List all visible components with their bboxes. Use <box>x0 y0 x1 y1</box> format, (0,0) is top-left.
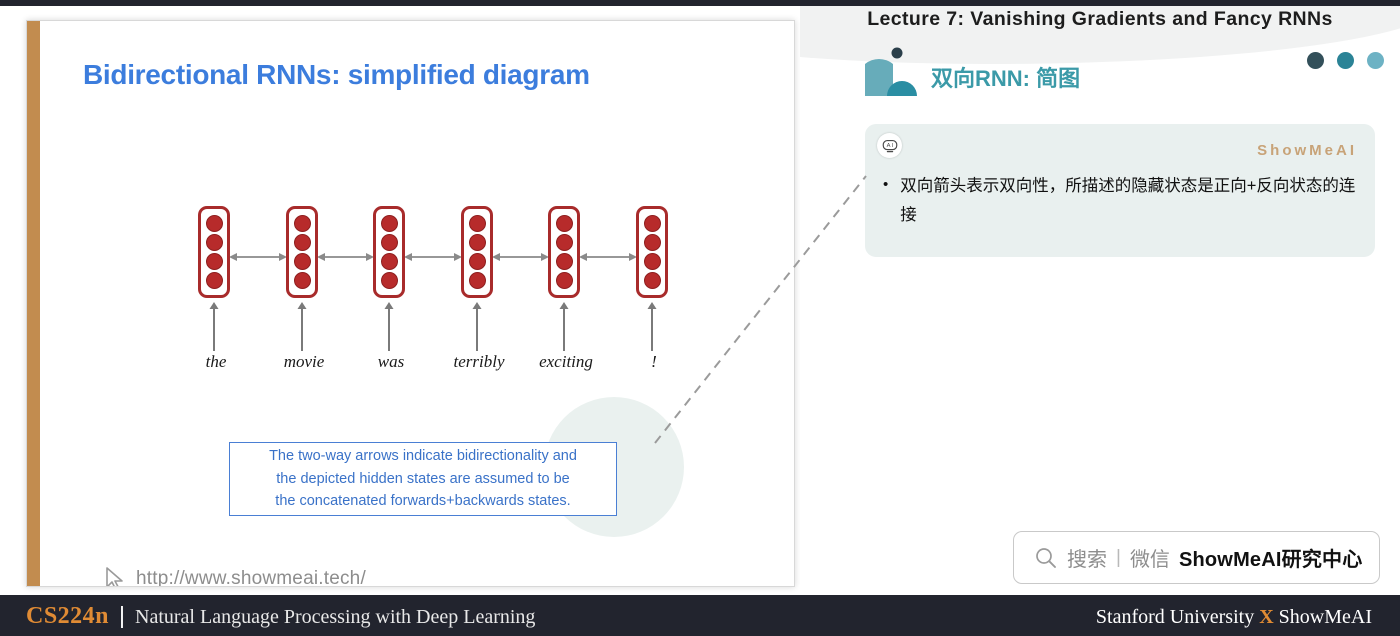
rnn-cell-group: ! <box>636 206 672 371</box>
hidden-unit-dot <box>555 272 573 289</box>
input-arrow-icon <box>559 302 569 351</box>
callout-line-1: The two-way arrows indicate bidirectiona… <box>269 448 577 465</box>
footer-bar: CS224n | Natural Language Processing wit… <box>0 595 1400 636</box>
footer-x: X <box>1259 606 1274 628</box>
rnn-cell <box>461 206 493 298</box>
hidden-unit-dot <box>205 234 223 251</box>
hidden-unit-dot <box>205 253 223 270</box>
hidden-unit-dot <box>293 215 311 232</box>
bidirectional-arrow-icon <box>579 253 637 261</box>
search-placeholder: 搜索 <box>1067 549 1107 571</box>
hidden-unit-dot <box>205 215 223 232</box>
rnn-cell <box>636 206 668 298</box>
cursor-icon <box>106 567 123 586</box>
hidden-unit-dot <box>468 215 486 232</box>
header-dot-2 <box>1337 52 1354 69</box>
header-dot-1 <box>1307 52 1324 69</box>
search-icon <box>1036 547 1056 568</box>
bidirectional-arrow-icon <box>229 253 287 261</box>
input-arrow-icon <box>297 302 307 351</box>
right-panel: Lecture 7: Vanishing Gradients and Fancy… <box>800 6 1400 595</box>
bidirectional-arrow-icon <box>492 253 549 261</box>
rnn-cell-group: the <box>198 206 234 371</box>
hidden-unit-dot <box>293 272 311 289</box>
slide-title: Bidirectional RNNs: simplified diagram <box>83 59 590 90</box>
card-brand-label: ShowMeAI <box>1257 142 1357 159</box>
watermark-url: http://www.showmeai.tech/ <box>136 568 366 587</box>
input-arrow-icon <box>472 302 482 351</box>
hidden-unit-dot <box>643 234 661 251</box>
slide-accent-bar <box>27 21 40 586</box>
rnn-cell-group: was <box>373 206 409 371</box>
input-arrow-icon <box>209 302 219 351</box>
hidden-unit-dot <box>380 215 398 232</box>
course-code: CS224n <box>26 603 110 629</box>
footer-org-prefix: Stanford University <box>1095 606 1260 628</box>
token-label: ! <box>651 352 657 371</box>
hidden-unit-dot <box>293 234 311 251</box>
watermark-url-row: http://www.showmeai.tech/ <box>103 566 366 587</box>
hidden-unit-dot <box>468 234 486 251</box>
ai-robot-icon: A I <box>877 133 902 158</box>
search-brand-label: ShowMeAI研究中心 <box>1178 549 1363 571</box>
search-separator: | <box>1116 546 1121 568</box>
hidden-unit-dot <box>643 253 661 270</box>
footer-org-suffix: ShowMeAI <box>1273 606 1372 628</box>
rnn-cell-group: movie <box>284 206 324 371</box>
callout-box: The two-way arrows indicate bidirectiona… <box>229 442 617 516</box>
callout-line-3: the concatenated forwards+backwards stat… <box>275 493 571 510</box>
input-arrow-icon <box>647 302 657 351</box>
rnn-cell <box>286 206 318 298</box>
hidden-unit-dot <box>293 253 311 270</box>
hidden-unit-dot <box>643 272 661 289</box>
rnn-cell <box>373 206 405 298</box>
input-arrow-icon <box>384 302 394 351</box>
screen-root: Bidirectional RNNs: simplified diagram t… <box>0 0 1400 636</box>
callout-line-2: the depicted hidden states are assumed t… <box>276 470 570 487</box>
bidirectional-arrow-icon <box>317 253 374 261</box>
footer-left: CS224n | Natural Language Processing wit… <box>26 602 535 630</box>
bidirectional-arrow-icon <box>404 253 462 261</box>
header-dots <box>1307 52 1384 69</box>
hidden-unit-dot <box>468 253 486 270</box>
svg-text:A I: A I <box>886 143 893 149</box>
wechat-search-pill[interactable]: 搜索 | 微信 ShowMeAI研究中心 <box>1013 531 1380 584</box>
hidden-unit-dot <box>468 272 486 289</box>
showmeai-logo-icon <box>865 47 917 96</box>
rnn-cell <box>198 206 230 298</box>
hidden-unit-dot <box>555 234 573 251</box>
note-card: A I ShowMeAI • 双向箭头表示双向性，所描述的隐藏状态是正向+反向状… <box>865 124 1375 257</box>
search-channel-label: 微信 <box>1129 549 1170 571</box>
rnn-cell-group: terribly <box>454 206 505 371</box>
header-dot-3 <box>1367 52 1384 69</box>
hidden-unit-dot <box>643 215 661 232</box>
rnn-cell-group: exciting <box>539 206 593 371</box>
lecture-title: Lecture 7: Vanishing Gradients and Fancy… <box>867 8 1333 30</box>
presentation-slide: Bidirectional RNNs: simplified diagram t… <box>26 20 795 587</box>
hidden-unit-dot <box>555 253 573 270</box>
card-bullet-text: 双向箭头表示双向性，所描述的隐藏状态是正向+反向状态的连接 <box>900 177 1356 224</box>
footer-divider: | <box>119 602 126 628</box>
footer-right: Stanford University X ShowMeAI <box>1096 606 1372 629</box>
hidden-unit-dot <box>205 272 223 289</box>
hidden-unit-dot <box>555 215 573 232</box>
rnn-cell <box>548 206 580 298</box>
hidden-unit-dot <box>380 272 398 289</box>
slide-area: Bidirectional RNNs: simplified diagram t… <box>0 6 800 595</box>
course-name: Natural Language Processing with Deep Le… <box>135 606 536 628</box>
hidden-unit-dot <box>380 234 398 251</box>
section-title: 双向RNN: 简图 <box>931 66 1081 91</box>
bidirectional-rnn-diagram: the movie was terribly exciting ! <box>172 206 712 391</box>
bullet-marker: • <box>883 176 889 193</box>
hidden-unit-dot <box>380 253 398 270</box>
card-bullet: • 双向箭头表示双向性，所描述的隐藏状态是正向+反向状态的连接 <box>883 172 1357 230</box>
